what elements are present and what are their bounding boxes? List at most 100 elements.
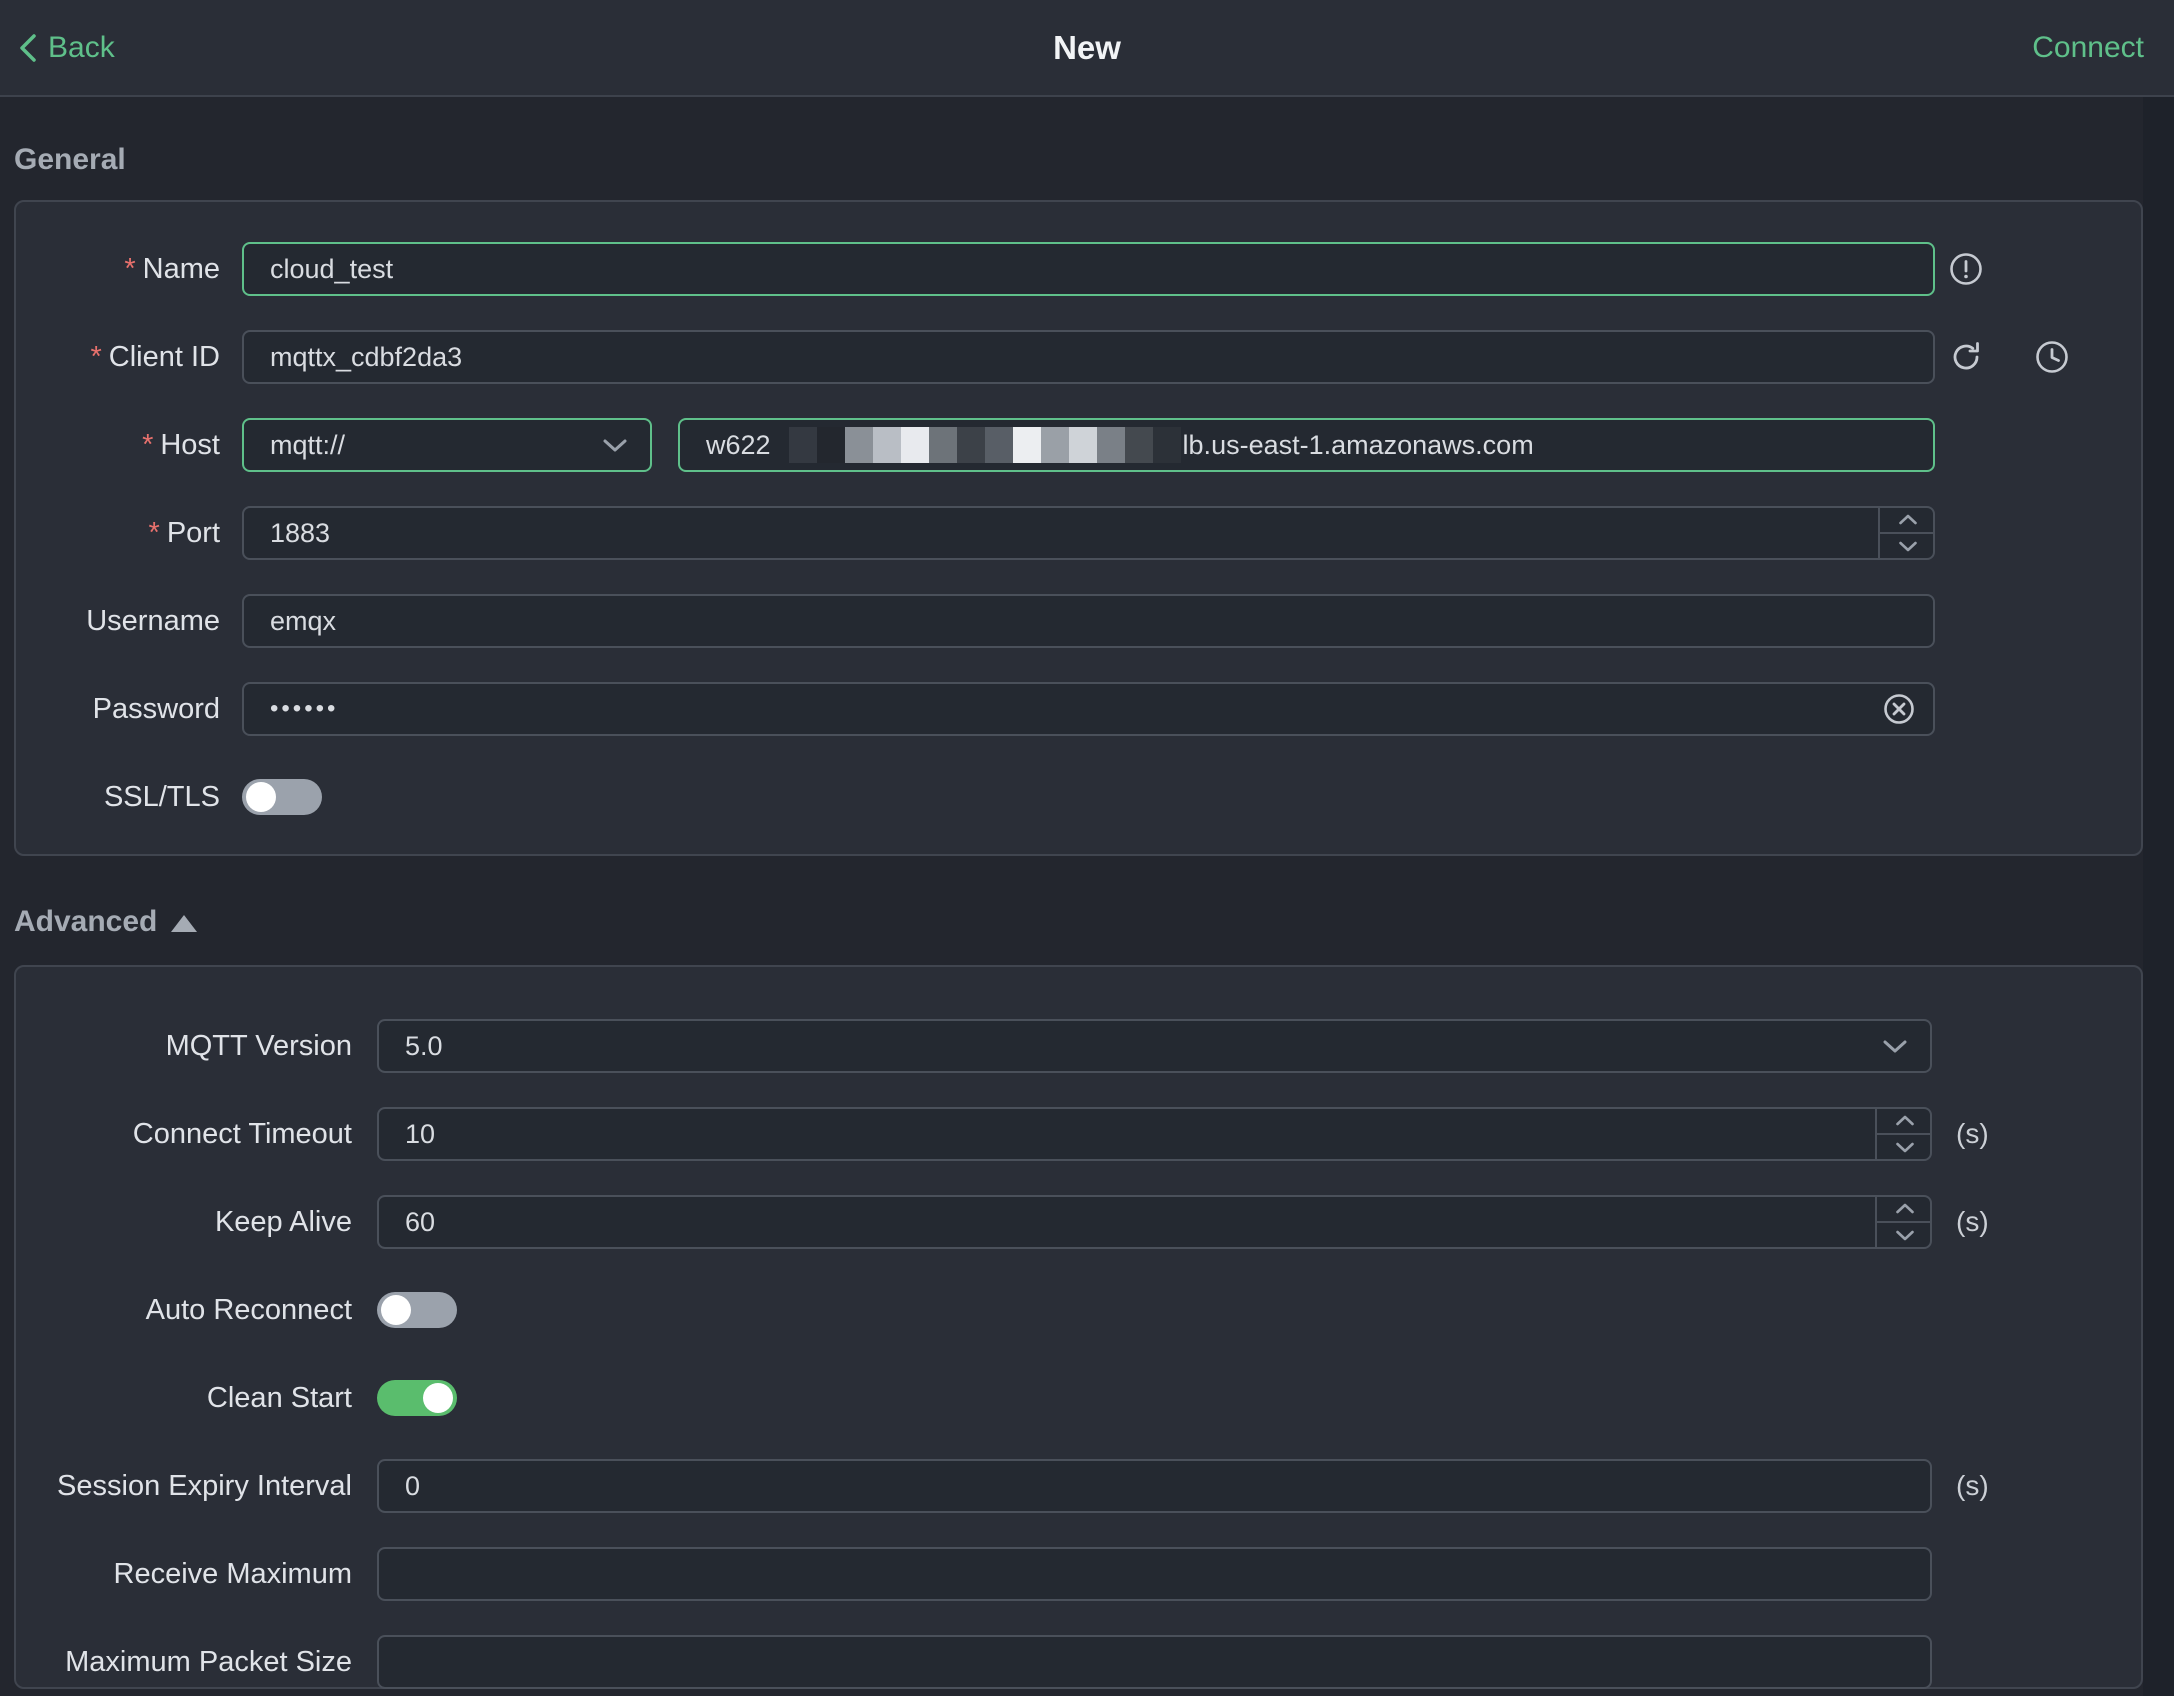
general-section-label: General: [14, 143, 126, 176]
toggle-knob: [381, 1295, 411, 1325]
clean-start-row: Clean Start: [16, 1371, 2141, 1425]
mqtt-version-select[interactable]: 5.0: [377, 1019, 1932, 1073]
connect-timeout-stepper: [1875, 1107, 1932, 1161]
clean-start-field: [377, 1380, 457, 1416]
host-value-suffix: lb.us-east-1.amazonaws.com: [1182, 429, 1534, 460]
session-expiry-row: Session Expiry Interval (s): [16, 1459, 2141, 1513]
name-input[interactable]: [242, 242, 1935, 296]
toggle-knob: [423, 1383, 453, 1413]
password-row: Password: [16, 682, 2141, 736]
triangle-up-icon: [171, 914, 198, 932]
host-row: * Host mqtt:// w622 lb.us-east-1.amazonaw…: [16, 418, 2141, 472]
auto-reconnect-label: Auto Reconnect: [145, 1293, 352, 1326]
host-redacted-region: [788, 427, 1181, 463]
required-marker: *: [148, 516, 160, 549]
ssl-tls-row: SSL/TLS: [16, 770, 2141, 824]
chevron-down-icon: [1898, 541, 1917, 552]
session-expiry-label: Session Expiry Interval: [57, 1469, 352, 1502]
mqtt-version-label: MQTT Version: [165, 1029, 352, 1062]
port-decrement-button[interactable]: [1880, 534, 1935, 560]
password-field: [242, 682, 1935, 736]
name-row: * Name: [16, 242, 2141, 296]
keep-alive-input[interactable]: [377, 1195, 1932, 1249]
keep-alive-field: [377, 1195, 1932, 1249]
name-label: * Name: [124, 252, 220, 285]
toggle-knob: [246, 782, 276, 812]
keep-alive-decrement-button[interactable]: [1877, 1223, 1932, 1249]
chevron-up-icon: [1898, 514, 1917, 525]
keep-alive-row: Keep Alive (s): [16, 1195, 2141, 1249]
protocol-field: mqtt://: [242, 418, 652, 472]
session-expiry-unit: (s): [1956, 1470, 1989, 1501]
refresh-icon[interactable]: [1949, 340, 1983, 374]
connect-timeout-input[interactable]: [377, 1107, 1932, 1161]
ssl-tls-toggle[interactable]: [242, 779, 322, 815]
receive-maximum-input[interactable]: [377, 1547, 1932, 1601]
connect-timeout-increment-button[interactable]: [1877, 1107, 1932, 1135]
connect-timeout-label: Connect Timeout: [132, 1117, 352, 1150]
max-packet-size-input[interactable]: [377, 1635, 1932, 1689]
client-id-input[interactable]: [242, 330, 1935, 384]
client-id-icons: [1949, 340, 2069, 374]
receive-maximum-label: Receive Maximum: [113, 1557, 353, 1590]
session-expiry-input[interactable]: [377, 1459, 1932, 1513]
port-row: * Port: [16, 506, 2141, 560]
auto-reconnect-row: Auto Reconnect: [16, 1283, 2141, 1337]
port-field: [242, 506, 1935, 560]
password-input[interactable]: [242, 682, 1935, 736]
ssl-tls-field: [242, 779, 322, 815]
session-expiry-field: [377, 1459, 1932, 1513]
clock-history-icon[interactable]: [2035, 340, 2069, 374]
chevron-down-icon: [1895, 1142, 1914, 1153]
username-row: Username: [16, 594, 2141, 648]
advanced-section-title[interactable]: Advanced: [14, 905, 2143, 939]
connect-timeout-row: Connect Timeout (s): [16, 1107, 2141, 1161]
host-input[interactable]: w622 lb.us-east-1.amazonaws.com: [678, 418, 1935, 472]
circle-exclamation-icon: [1949, 252, 1983, 286]
port-increment-button[interactable]: [1880, 506, 1935, 534]
max-packet-size-field: [377, 1635, 1932, 1689]
back-button[interactable]: Back: [18, 0, 115, 95]
client-id-field: [242, 330, 1935, 384]
required-marker: *: [142, 428, 154, 461]
chevron-left-icon: [20, 33, 36, 62]
username-label: Username: [86, 604, 220, 637]
mqtt-version-value: 5.0: [405, 1030, 443, 1061]
protocol-value: mqtt://: [270, 429, 346, 460]
circle-close-icon[interactable]: [1883, 693, 1915, 725]
general-section-title: General: [14, 143, 2143, 177]
general-card: *Name *Client ID: [14, 200, 2143, 856]
username-input[interactable]: [242, 594, 1935, 648]
port-label: * Port: [148, 516, 220, 549]
receive-maximum-field: [377, 1547, 1932, 1601]
page-title: New: [1053, 28, 1121, 66]
connect-timeout-unit: (s): [1956, 1118, 1989, 1149]
name-field: [242, 242, 1935, 296]
chevron-down-icon: [602, 430, 628, 461]
max-packet-size-row: Maximum Packet Size: [16, 1635, 2141, 1689]
protocol-select[interactable]: mqtt://: [242, 418, 652, 472]
auto-reconnect-toggle[interactable]: [377, 1292, 457, 1328]
clean-start-toggle[interactable]: [377, 1380, 457, 1416]
required-marker: *: [90, 340, 102, 373]
back-label: Back: [48, 30, 115, 64]
password-label: Password: [92, 692, 220, 725]
username-field: [242, 594, 1935, 648]
connect-timeout-decrement-button[interactable]: [1877, 1135, 1932, 1161]
receive-maximum-row: Receive Maximum: [16, 1547, 2141, 1601]
chevron-up-icon: [1895, 1115, 1914, 1126]
clean-start-label: Clean Start: [206, 1381, 352, 1414]
max-packet-size-label: Maximum Packet Size: [65, 1645, 352, 1678]
port-input[interactable]: [242, 506, 1935, 560]
top-bar: Back New Connect: [0, 0, 2174, 97]
host-label: * Host: [142, 428, 220, 461]
chevron-down-icon: [1895, 1230, 1914, 1241]
keep-alive-increment-button[interactable]: [1877, 1195, 1932, 1223]
ssl-tls-label: SSL/TLS: [103, 780, 220, 813]
client-id-label: * Client ID: [90, 340, 221, 373]
auto-reconnect-field: [377, 1292, 457, 1328]
connect-timeout-field: [377, 1107, 1932, 1161]
chevron-down-icon: [1882, 1031, 1908, 1062]
connect-button[interactable]: Connect: [2032, 0, 2144, 95]
port-stepper: [1878, 506, 1935, 560]
